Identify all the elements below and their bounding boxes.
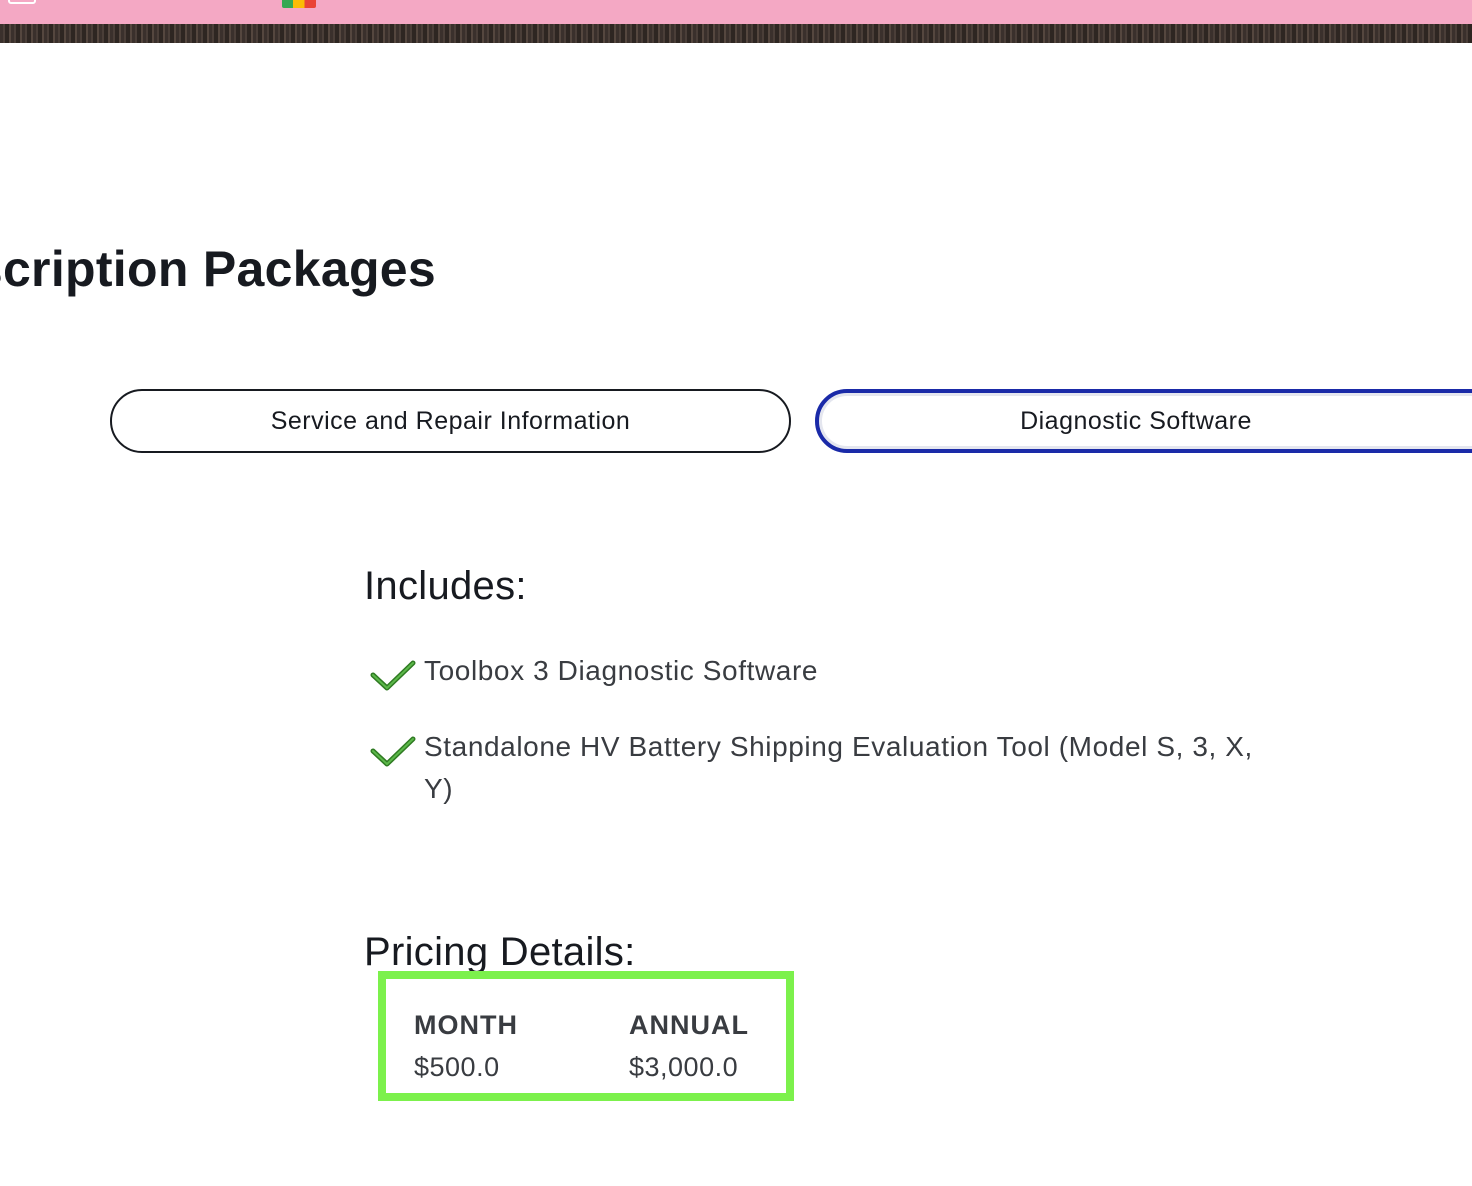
feature-text: Toolbox 3 Diagnostic Software [424,655,819,686]
price-month: MONTH $500.0 [414,1007,518,1091]
header-banner-strip [0,24,1472,43]
bookmarks-bar [0,0,1472,24]
checkmark-icon [370,660,416,691]
tab-service-and-repair-information[interactable]: Service and Repair Information [110,389,791,453]
bookmark-app-icon[interactable] [282,0,316,8]
pricing-details-heading: Pricing Details: [364,930,636,974]
price-month-value: $500.0 [414,1052,500,1082]
price-annual-value: $3,000.0 [629,1052,739,1082]
price-annual: ANNUAL $3,000.0 [629,1007,749,1091]
tab-diagnostic-software[interactable]: Diagnostic Software [815,389,1472,453]
checkmark-icon [370,736,416,767]
price-annual-label: ANNUAL [629,1010,749,1040]
bookmark-folder-icon[interactable] [8,0,36,4]
pricing-highlight-box: MONTH $500.0 ANNUAL $3,000.0 [378,971,794,1101]
price-month-label: MONTH [414,1010,518,1040]
feature-text: Standalone HV Battery Shipping Evaluatio… [424,731,1253,804]
page-title: bscription Packages [0,241,437,297]
includes-heading: Includes: [364,564,527,608]
